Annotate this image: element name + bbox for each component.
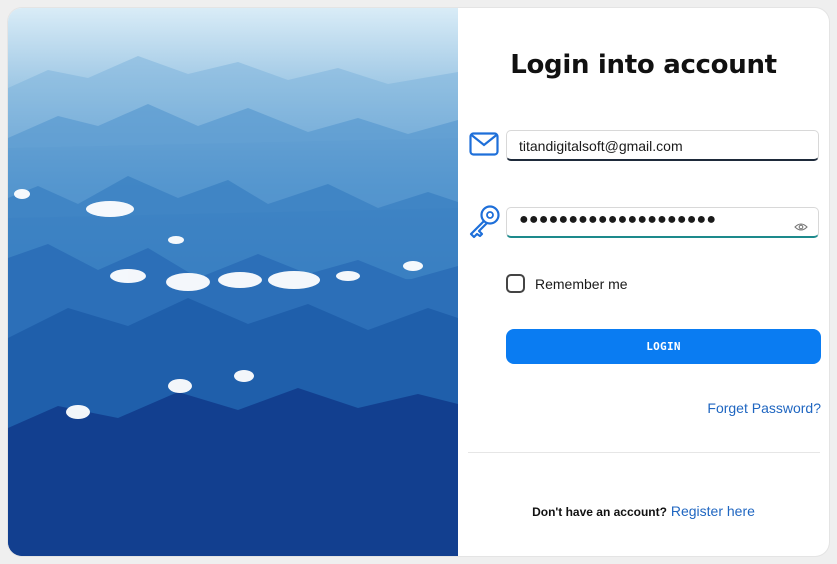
- eye-icon[interactable]: [794, 217, 808, 236]
- envelope-icon: [469, 132, 499, 160]
- no-account-text: Don't have an account?: [532, 505, 667, 519]
- login-panel: Login into account titandigitalsoft@gmai…: [458, 8, 829, 556]
- login-window: Login into account titandigitalsoft@gmai…: [8, 8, 829, 556]
- remember-me-checkbox[interactable]: [506, 274, 525, 293]
- login-button[interactable]: LOGIN: [506, 329, 821, 364]
- email-value: titandigitalsoft@gmail.com: [519, 138, 683, 154]
- forgot-password-link[interactable]: Forget Password?: [707, 400, 821, 416]
- email-field[interactable]: titandigitalsoft@gmail.com: [506, 130, 819, 161]
- password-value: ●●●●●●●●●●●●●●●●●●●●: [519, 211, 717, 228]
- key-icon: [466, 204, 502, 244]
- register-link[interactable]: Register here: [671, 503, 755, 519]
- page-title: Login into account: [510, 50, 777, 80]
- password-field[interactable]: ●●●●●●●●●●●●●●●●●●●●: [506, 207, 819, 238]
- register-prompt: Don't have an account? Register here: [458, 503, 829, 519]
- mountain-background-image: [8, 8, 458, 556]
- remember-me-label[interactable]: Remember me: [535, 276, 628, 292]
- divider: [468, 452, 820, 453]
